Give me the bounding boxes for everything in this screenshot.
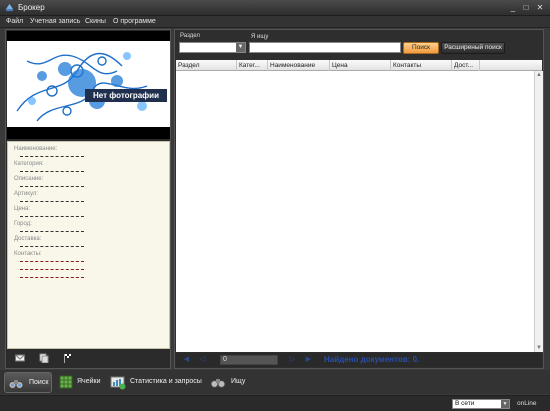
close-button[interactable]: ✕ [535,3,545,12]
app-logo-icon [5,3,14,12]
field-value-category [20,171,84,172]
item-photo: Нет фотографии [7,31,170,139]
query-label: Я ищу [251,34,269,40]
details-toolbar [7,350,170,368]
column-header-contacts[interactable]: Контакты [391,60,452,71]
field-value-city [20,231,84,232]
online-indicator: onLine [517,400,537,407]
field-label-city: Город: [14,221,32,227]
search-input[interactable] [249,42,401,53]
field-label-delivery: Доставка: [14,236,42,242]
field-value-description [20,186,84,187]
section-label: Раздел [180,33,200,39]
advanced-search-button[interactable]: Расширеный поиск [441,42,505,54]
chevron-down-icon[interactable]: ▼ [501,400,509,408]
minimize-button[interactable]: _ [508,3,518,12]
found-documents-text: Найдено документов: 0. [324,355,420,364]
tab-cells-label: Ячейки [77,378,101,385]
binoculars-icon [8,380,24,389]
field-label-contacts: Контакты: [14,251,42,257]
last-page-icon[interactable]: ▶ [304,356,313,364]
tab-wanted[interactable]: Ищу [207,372,249,393]
network-status-select[interactable]: В сети ▼ [452,399,510,409]
no-photo-label: Нет фотографии [85,89,167,102]
wanted-icon [210,379,226,388]
field-value-contacts-2 [20,269,84,270]
field-label-name: Наименование: [14,146,58,152]
floral-ornament-icon [16,52,148,122]
field-value-article [20,201,84,202]
section-select[interactable]: ▼ [179,42,246,53]
field-value-delivery [20,246,84,247]
menu-bar: Файл Учетная запись Скины О программе [0,16,550,28]
field-value-contacts-3 [20,277,84,278]
column-header-name[interactable]: Наименование [268,60,330,71]
results-table-header: Раздел Катег... Наименование Цена Контак… [176,60,542,71]
photo-placeholder: Нет фотографии [7,41,170,127]
field-label-article: Артикул: [14,191,39,197]
prev-page-icon[interactable]: ◁ [198,356,207,364]
copy-icon[interactable] [39,353,49,363]
field-value-name [20,156,84,157]
cells-icon [59,375,73,389]
pager-bar: ◀ ◁ 0 ▷ ▶ Найдено документов: 0. [176,353,542,367]
menu-about[interactable]: О программе [113,17,156,27]
scroll-down-icon[interactable]: ▼ [535,344,543,352]
field-label-price: Цена: [14,206,31,212]
results-scrollbar[interactable]: ▲ ▼ [534,71,543,352]
results-table-body[interactable] [176,71,534,352]
menu-file[interactable]: Файл [6,17,23,27]
item-info-box: Наименование: Категория: Описание: Артик… [7,141,170,349]
tab-statistics-label: Статистика и запросы [130,378,202,385]
window-title: Брокер [18,3,45,12]
title-bar: Брокер _ □ ✕ [0,0,550,16]
search-button[interactable]: Поиск [403,42,439,54]
scroll-up-icon[interactable]: ▲ [535,71,543,79]
tab-search-label: Поиск [29,379,49,386]
status-bar: В сети ▼ onLine [0,395,550,411]
chevron-down-icon[interactable]: ▼ [236,43,245,52]
field-value-contacts-1 [20,261,84,262]
field-label-category: Категория: [14,161,44,167]
flag-icon[interactable] [63,353,73,363]
tab-cells[interactable]: Ячейки [55,372,105,393]
search-panel: Раздел Я ищу ▼ Поиск Расширеный поиск Ра… [174,29,544,369]
column-header-section[interactable]: Раздел [176,60,237,71]
next-page-icon[interactable]: ▷ [288,356,297,364]
tab-wanted-label: Ищу [231,378,246,385]
item-details-panel: Нет фотографии Наименование: Категория: … [5,29,171,369]
menu-account[interactable]: Учетная запись [30,17,80,27]
column-header-category[interactable]: Катег... [237,60,268,71]
column-header-price[interactable]: Цена [330,60,391,71]
statistics-icon [110,376,126,390]
envelope-icon[interactable] [15,353,25,363]
page-number-input[interactable]: 0 [220,355,278,365]
column-header-delivery[interactable]: Дост... [452,60,480,71]
field-label-description: Описание: [14,176,44,182]
main-tabs: Поиск Ячейки Статистика и запросы Ищу [0,370,550,394]
network-status-value: В сети [455,400,475,407]
menu-skins[interactable]: Скины [85,17,106,27]
field-value-price [20,216,84,217]
first-page-icon[interactable]: ◀ [182,356,191,364]
tab-statistics[interactable]: Статистика и запросы [107,372,204,393]
tab-search[interactable]: Поиск [4,372,52,393]
maximize-button[interactable]: □ [521,3,531,12]
